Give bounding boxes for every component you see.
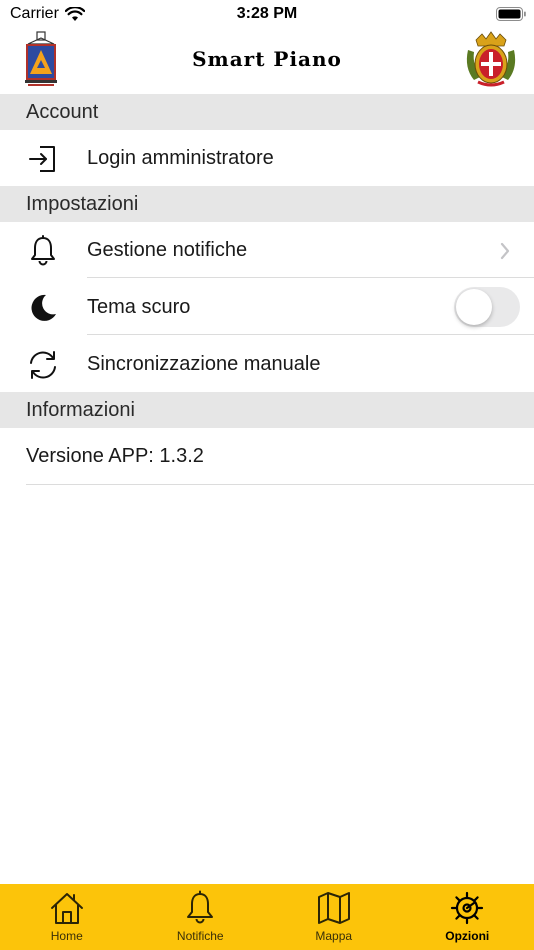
home-icon [49,890,85,926]
tab-notifiche[interactable]: Notifiche [134,884,268,950]
login-amministratore-row[interactable]: Login amministratore [0,130,534,186]
toggle-knob [456,289,492,325]
tab-label-notifiche: Notifiche [176,929,224,943]
status-bar: Carrier 3:28 PM [0,0,534,30]
tab-opzioni[interactable]: Opzioni [401,884,534,950]
tab-label-opzioni: Opzioni [445,929,490,943]
row-separator [87,334,534,335]
version-row: Versione APP: 1.3.2 [0,428,534,485]
battery-icon [496,7,526,26]
gestione-notifiche-row[interactable]: Gestione notifiche [0,222,534,278]
login-amministratore-label: Login amministratore [87,147,274,169]
sync-icon [26,349,60,381]
tab-label-home: Home [50,929,83,943]
tab-home[interactable]: Home [0,884,134,950]
section-header-informazioni: Informazioni [0,392,534,428]
section-title-informazioni: Informazioni [26,399,135,421]
login-icon [26,143,60,175]
row-separator [87,277,534,278]
coat-of-arms-logo [460,28,522,95]
bell-icon [26,235,60,267]
map-icon [316,890,352,926]
moon-icon [26,292,60,324]
section-header-account: Account [0,94,534,130]
sincronizzazione-manuale-row[interactable]: Sincronizzazione manuale [0,336,534,392]
tema-scuro-toggle[interactable] [454,287,520,327]
section-title-account: Account [26,101,99,123]
status-time: 3:28 PM [236,5,298,22]
gestione-notifiche-label: Gestione notifiche [87,239,248,261]
app-version-label: Versione APP: 1.3.2 [26,445,204,467]
section-title-impostazioni: Impostazioni [26,193,139,215]
sincronizzazione-manuale-label: Sincronizzazione manuale [87,353,321,375]
gear-icon [450,890,484,926]
tab-mappa[interactable]: Mappa [267,884,401,950]
tab-label-mappa: Mappa [315,929,353,943]
nav-bar: Smart Piano [0,28,534,94]
bell-icon [184,890,216,926]
row-separator [26,484,534,485]
chevron-right-icon [500,242,510,265]
tema-scuro-row: Tema scuro [0,279,534,335]
page-title: Smart Piano [192,47,342,71]
section-header-impostazioni: Impostazioni [0,186,534,222]
tab-bar: Home Notifiche Mappa Opzioni [0,884,534,950]
tema-scuro-label: Tema scuro [87,296,191,318]
